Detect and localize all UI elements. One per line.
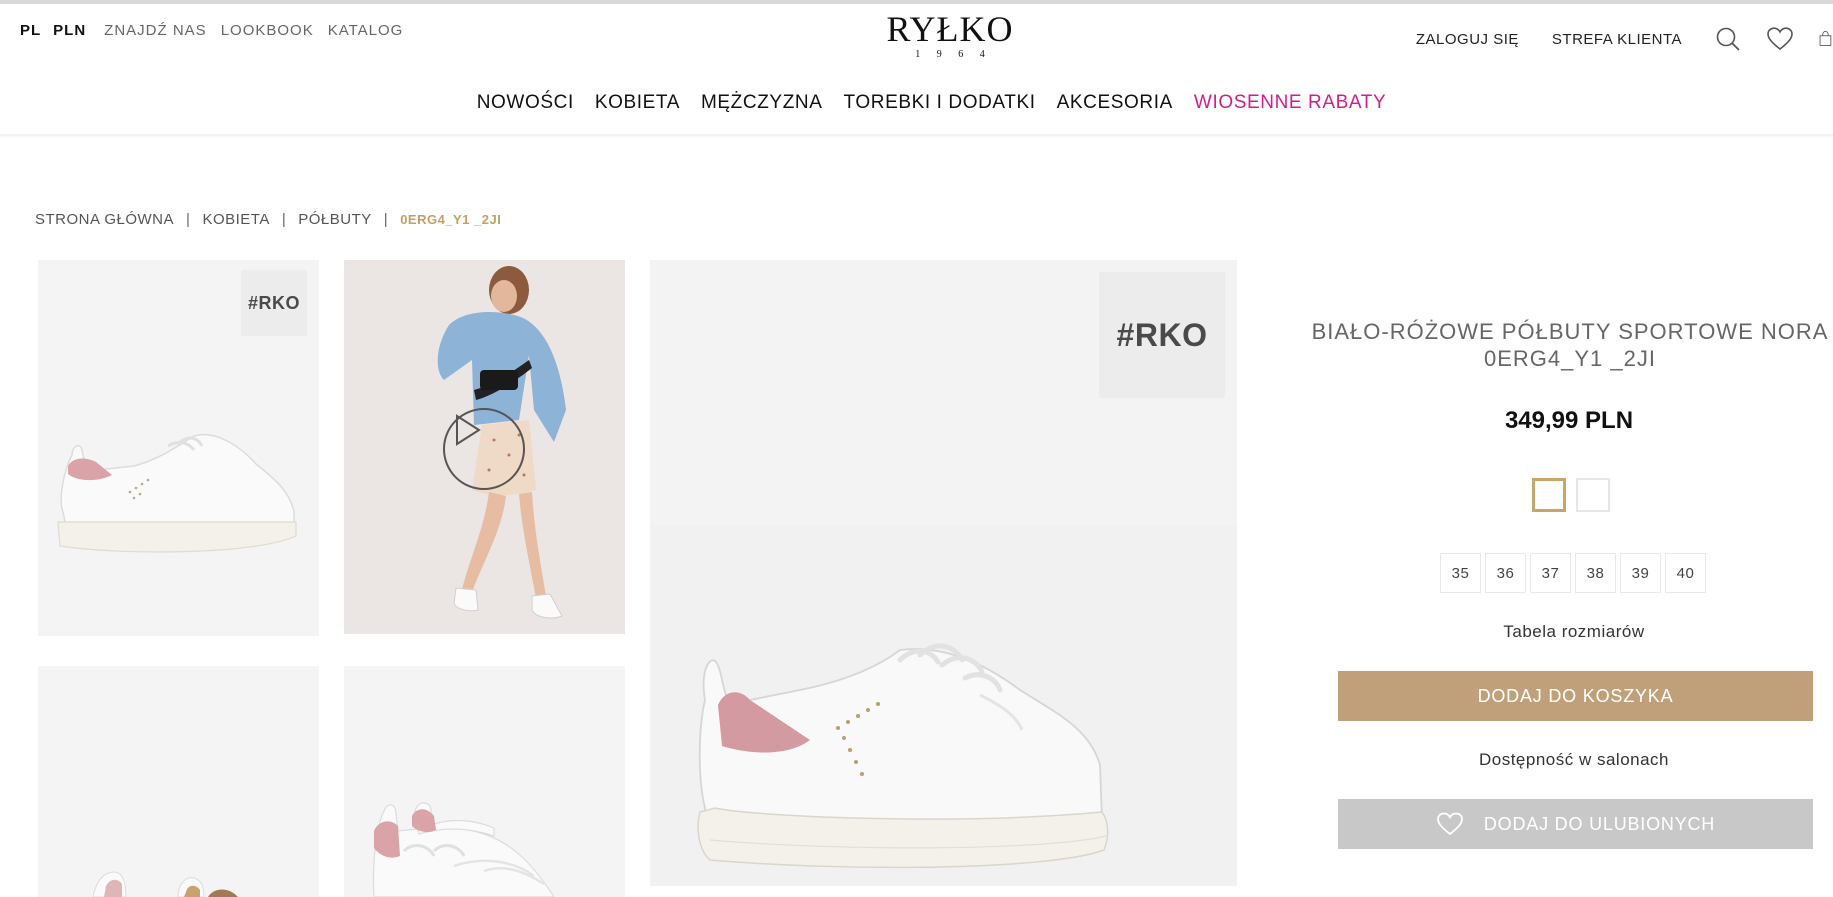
size-option-38[interactable]: 38: [1575, 553, 1616, 593]
gallery-thumbnail-shoe-side[interactable]: #RKO: [38, 260, 319, 636]
logo-year: 1 9 6 4: [915, 49, 992, 60]
color-swatch[interactable]: [1576, 478, 1610, 512]
rko-badge: #RKO: [1099, 272, 1225, 398]
search-icon[interactable]: [1715, 26, 1741, 52]
product-title: BIAŁO-RÓŻOWE PÓŁBUTY SPORTOWE NORA 0ERG4…: [1300, 318, 1833, 372]
currency-selector[interactable]: PLN: [53, 22, 86, 39]
breadcrumb-current: 0ERG4_Y1 _2JI: [400, 212, 502, 227]
breadcrumb-women[interactable]: KOBIETA: [202, 211, 269, 228]
size-option-39[interactable]: 39: [1620, 553, 1661, 593]
nav-item-new[interactable]: NOWOŚCI: [477, 92, 574, 114]
breadcrumb-shoes[interactable]: PÓŁBUTY: [298, 211, 372, 228]
heart-icon[interactable]: [1767, 26, 1793, 52]
breadcrumb-home[interactable]: STRONA GŁÓWNA: [35, 211, 174, 228]
top-border: [0, 0, 1833, 4]
header-divider: [0, 134, 1833, 136]
login-link[interactable]: ZALOGUJ SIĘ: [1416, 31, 1519, 48]
utility-nav-right: ZALOGUJ SIĘ STREFA KLIENTA: [1416, 26, 1833, 52]
gallery-thumbnail-heel[interactable]: [38, 666, 319, 897]
product-code: 0ERG4_Y1 _2JI: [1484, 346, 1656, 371]
breadcrumb-separator: |: [186, 211, 191, 228]
heart-icon: [1436, 812, 1463, 836]
size-option-37[interactable]: 37: [1530, 553, 1571, 593]
bag-icon[interactable]: [1819, 26, 1833, 52]
link-find-us[interactable]: ZNAJDŹ NAS: [104, 22, 207, 39]
add-to-favorites-label: DODAJ DO ULUBIONYCH: [1483, 813, 1716, 834]
rko-badge: #RKO: [241, 270, 307, 336]
video-play-button[interactable]: [443, 408, 525, 490]
product-name: BIAŁO-RÓŻOWE PÓŁBUTY SPORTOWE NORA: [1311, 319, 1829, 344]
color-swatch-selected[interactable]: [1532, 478, 1566, 512]
add-to-favorites-button[interactable]: DODAJ DO ULUBIONYCH: [1338, 799, 1813, 849]
size-selector: 35 36 37 38 39 40: [1440, 553, 1706, 593]
gallery-thumbnail-pair[interactable]: [344, 666, 625, 897]
store-availability-link[interactable]: Dostępność w salonach: [1369, 750, 1779, 770]
product-price: 349,99 PLN: [1504, 407, 1634, 434]
main-product-image[interactable]: #RKO: [650, 260, 1237, 886]
main-navigation: NOWOŚCI KOBIETA MĘŻCZYZNA TOREBKI I DODA…: [0, 92, 1833, 114]
size-table-link[interactable]: Tabela rozmiarów: [1369, 622, 1779, 642]
nav-item-men[interactable]: MĘŻCZYZNA: [701, 92, 823, 114]
add-to-cart-button[interactable]: DODAJ DO KOSZYKA: [1338, 671, 1813, 721]
brand-logo[interactable]: RYŁKO 1 9 6 4: [850, 9, 1050, 60]
size-option-40[interactable]: 40: [1665, 553, 1706, 593]
size-option-36[interactable]: 36: [1485, 553, 1526, 593]
size-option-35[interactable]: 35: [1440, 553, 1481, 593]
utility-nav-left: PL PLN ZNAJDŹ NAS LOOKBOOK KATALOG: [20, 22, 403, 39]
nav-item-accessories[interactable]: AKCESORIA: [1057, 92, 1173, 114]
logo-wordmark: RYŁKO: [886, 9, 1014, 49]
shoe-pair-image: [372, 802, 555, 897]
link-catalog[interactable]: KATALOG: [328, 22, 404, 39]
breadcrumb: STRONA GŁÓWNA | KOBIETA | PÓŁBUTY | 0ERG…: [35, 211, 501, 228]
color-swatches: [1532, 478, 1610, 512]
breadcrumb-separator: |: [383, 211, 389, 228]
language-selector[interactable]: PL: [20, 22, 41, 39]
play-icon: [456, 414, 481, 446]
client-zone-link[interactable]: STREFA KLIENTA: [1552, 31, 1682, 48]
link-lookbook[interactable]: LOOKBOOK: [221, 22, 314, 39]
gallery-thumbnail-video[interactable]: [344, 260, 625, 634]
shoe-heel-image: [92, 871, 238, 897]
nav-item-spring-sale[interactable]: WIOSENNE RABATY: [1194, 92, 1386, 114]
nav-item-women[interactable]: KOBIETA: [595, 92, 680, 114]
nav-item-bags-accessories[interactable]: TOREBKI I DODATKI: [844, 92, 1036, 114]
breadcrumb-separator: |: [281, 211, 287, 228]
